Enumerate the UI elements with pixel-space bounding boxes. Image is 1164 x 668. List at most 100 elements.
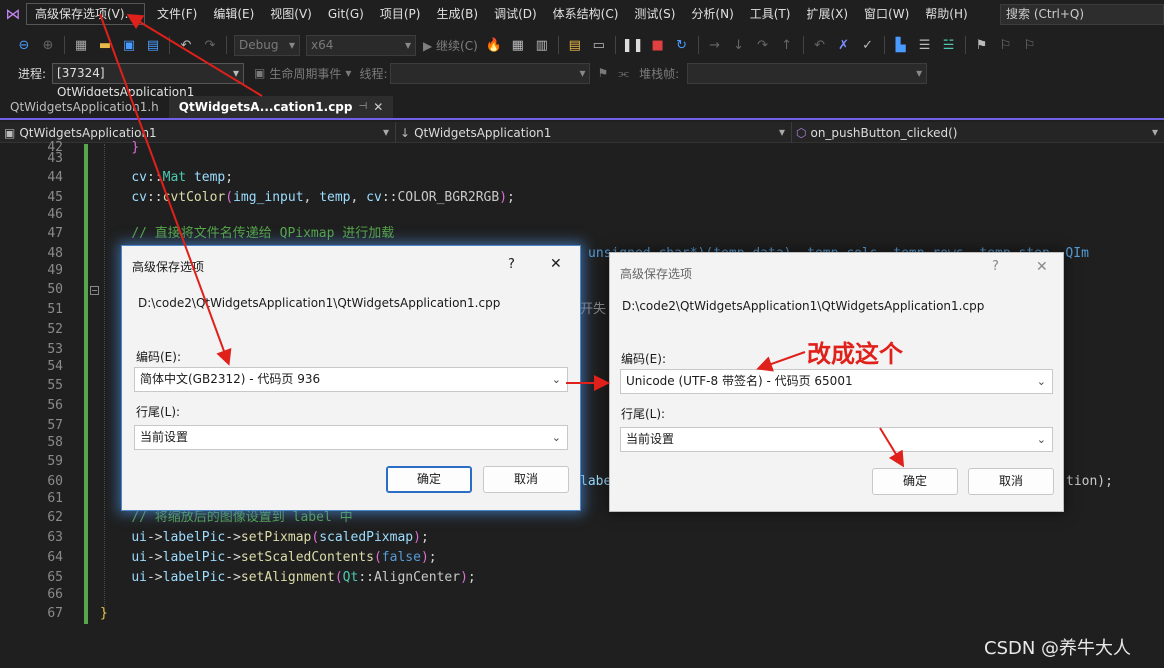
menu-git[interactable]: Git(G): [320, 0, 372, 28]
menu-architecture[interactable]: 体系结构(C): [545, 0, 627, 28]
cancel-button[interactable]: 取消: [968, 468, 1054, 495]
close-icon[interactable]: ✕: [1036, 259, 1048, 275]
comment-icon[interactable]: ✓: [858, 34, 878, 56]
help-icon[interactable]: ?: [992, 259, 999, 274]
bookmark-icon[interactable]: ⚑: [972, 34, 992, 56]
encoding-select[interactable]: 简体中文(GB2312) - 代码页 936 ⌄: [134, 367, 568, 392]
menu-project[interactable]: 项目(P): [372, 0, 429, 28]
split-icon[interactable]: ⫘: [618, 66, 629, 81]
search-box[interactable]: 搜索 (Ctrl+Q): [1000, 4, 1164, 25]
redo-icon[interactable]: ↷: [200, 34, 220, 56]
code-line-47: // 直接将文件名传递给 QPixmap 进行加载: [131, 226, 395, 241]
stop-icon[interactable]: ■: [648, 34, 668, 56]
intellitrace-icon[interactable]: ✗: [834, 34, 854, 56]
lifecycle-dropdown-icon[interactable]: ▾: [345, 66, 351, 80]
help-icon[interactable]: ?: [508, 257, 515, 272]
file-path: D:\code2\QtWidgetsApplication1\QtWidgets…: [138, 296, 501, 310]
menu-test[interactable]: 测试(S): [626, 0, 683, 28]
close-tab-icon[interactable]: ✕: [373, 96, 383, 118]
new-item-icon[interactable]: ▦: [71, 34, 91, 56]
toolbar-separator: [802, 36, 804, 54]
process-select[interactable]: [37324] QtWidgetsApplication1: [52, 62, 245, 99]
stackframe-select[interactable]: [687, 62, 928, 84]
ok-button[interactable]: 确定: [386, 466, 472, 493]
outdent-icon[interactable]: ☱: [939, 34, 959, 56]
code-line-60-tail-b: tion);: [1066, 474, 1113, 489]
debug-location-bar: 进程: [37324] QtWidgetsApplication1 ▣ 生命周期…: [0, 60, 1164, 99]
show-next-statement-icon[interactable]: →: [705, 34, 725, 56]
tab-header-file[interactable]: QtWidgetsApplication1.h: [0, 96, 169, 118]
menu-build[interactable]: 生成(B): [428, 0, 486, 28]
menu-extensions[interactable]: 扩展(X): [798, 0, 856, 28]
bookmark-prev-icon[interactable]: ⚐: [996, 34, 1016, 56]
diagnostic-icon[interactable]: ▦: [508, 34, 528, 56]
menu-analyze[interactable]: 分析(N): [683, 0, 741, 28]
menu-advanced-save[interactable]: 高级保存选项(V)...: [26, 3, 146, 25]
format-icon[interactable]: ▙: [891, 34, 911, 56]
cancel-button[interactable]: 取消: [483, 466, 569, 493]
forward-icon[interactable]: ⊕: [38, 34, 58, 56]
lifecycle-label[interactable]: 生命周期事件: [269, 65, 341, 82]
window-icon[interactable]: ▭: [589, 34, 609, 56]
chevron-down-icon: ▾: [1151, 125, 1158, 139]
step-back-icon[interactable]: ↶: [810, 34, 830, 56]
step-over-icon[interactable]: ↷: [753, 34, 773, 56]
thread-label: 线程:: [359, 66, 388, 81]
save-icon[interactable]: ▣: [119, 34, 139, 56]
close-icon[interactable]: ✕: [550, 256, 562, 272]
undo-icon[interactable]: ↶: [176, 34, 196, 56]
menu-edit[interactable]: 编辑(E): [205, 0, 262, 28]
menu-file[interactable]: 文件(F): [149, 0, 205, 28]
line-number: 56: [47, 398, 63, 413]
chevron-down-icon: ⌄: [551, 373, 561, 386]
line-ending-label: 行尾(L):: [621, 407, 666, 421]
line-number: 66: [47, 587, 63, 602]
toolbar-separator: [964, 36, 966, 54]
menu-debug[interactable]: 调试(D): [486, 0, 545, 28]
member-dropdown[interactable]: ⬡ on_pushButton_clicked() ▾: [792, 122, 1164, 143]
continue-button[interactable]: ▶ 继续(C): [419, 37, 482, 54]
tab-cpp-file[interactable]: QtWidgetsA...cation1.cpp ⊣ ✕: [168, 96, 394, 118]
encoding-value: Unicode (UTF-8 带签名) - 代码页 65001: [626, 374, 853, 388]
line-number: 51: [47, 302, 63, 317]
process-label: 进程:: [18, 66, 47, 81]
change-tracking-bar: [84, 144, 88, 624]
platform-select[interactable]: x64: [306, 34, 416, 56]
menu-view[interactable]: 视图(V): [262, 0, 320, 28]
encoding-select[interactable]: Unicode (UTF-8 带签名) - 代码页 65001 ⌄: [620, 369, 1053, 394]
stackframe-label: 堆栈帧:: [639, 66, 680, 81]
config-select[interactable]: Debug: [234, 34, 300, 56]
indent-icon[interactable]: ☰: [915, 34, 935, 56]
hot-reload-icon[interactable]: 🔥: [484, 34, 504, 56]
scope-dropdown[interactable]: ↓ QtWidgetsApplication1 ▾: [396, 122, 792, 143]
menu-window[interactable]: 窗口(W): [856, 0, 917, 28]
line-number: 54: [47, 359, 63, 374]
pause-icon[interactable]: ❚❚: [622, 34, 644, 56]
line-number: 43: [47, 151, 63, 166]
save-all-icon[interactable]: ▤: [143, 34, 163, 56]
step-out-icon[interactable]: ↑: [777, 34, 797, 56]
back-icon[interactable]: ⊖: [14, 34, 34, 56]
flag-icon[interactable]: ⚑: [597, 66, 608, 80]
step-into-icon[interactable]: ↓: [729, 34, 749, 56]
restart-icon[interactable]: ↻: [672, 34, 692, 56]
chart-icon[interactable]: ▥: [532, 34, 552, 56]
toolbar-separator: [169, 36, 170, 54]
fold-toggle-icon[interactable]: −: [90, 286, 99, 295]
menu-help[interactable]: 帮助(H): [917, 0, 975, 28]
bookmark-next-icon[interactable]: ⚐: [1020, 34, 1040, 56]
pin-icon[interactable]: ⊣: [358, 96, 367, 118]
thread-select[interactable]: [390, 62, 591, 84]
member-label: on_pushButton_clicked(): [810, 125, 958, 140]
navigation-bar: ▣ QtWidgetsApplication1 ▾ ↓ QtWidgetsApp…: [0, 122, 1164, 143]
line-ending-select[interactable]: 当前设置 ⌄: [620, 427, 1053, 452]
advanced-save-dialog-before: 高级保存选项 ? ✕ D:\code2\QtWidgetsApplication…: [121, 245, 581, 511]
line-number: 58: [47, 435, 63, 450]
ok-button[interactable]: 确定: [872, 468, 958, 495]
line-ending-select[interactable]: 当前设置 ⌄: [134, 425, 568, 450]
chevron-down-icon: ⌄: [551, 431, 561, 444]
line-number: 55: [47, 378, 63, 393]
solution-icon[interactable]: ▤: [565, 34, 585, 56]
menu-tools[interactable]: 工具(T): [742, 0, 799, 28]
open-folder-icon[interactable]: ▬: [95, 34, 115, 56]
